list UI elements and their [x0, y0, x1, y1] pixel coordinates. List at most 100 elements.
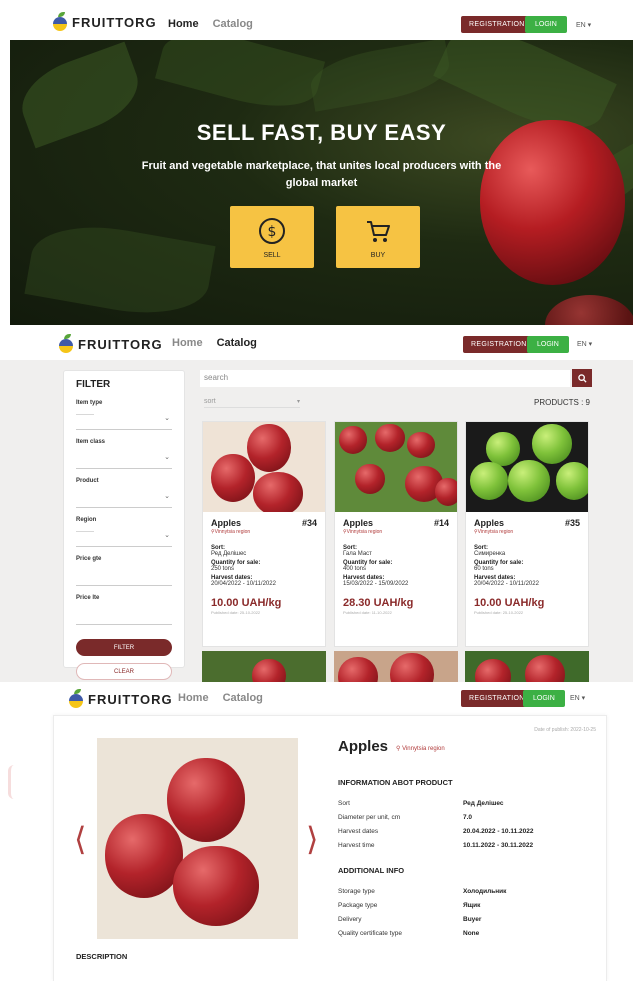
chevron-down-icon: ⌄ [164, 532, 170, 539]
logo-text: FRUITTORG [72, 14, 157, 30]
filter-button[interactable]: FILTER [76, 639, 172, 656]
product-card[interactable]: Apples #14 ⚲Vinnytsia region Sort: Гала М… [334, 421, 458, 647]
info-key: Harvest time [338, 842, 375, 849]
search-icon [577, 373, 587, 383]
product-card-peek[interactable] [334, 651, 458, 682]
product-name: Apples [343, 518, 374, 528]
region-value: --------- [76, 529, 94, 535]
sort-select[interactable]: sort ▾ [204, 398, 300, 408]
prev-image-arrow[interactable]: ⟨ [74, 820, 86, 858]
sort-value: Гала Маст [343, 551, 372, 557]
additional-value: Ящик [463, 902, 481, 909]
login-button[interactable]: LOGIN [523, 690, 565, 707]
registration-button[interactable]: REGISTRATION [463, 336, 535, 353]
main-nav: Home Catalog [172, 337, 257, 349]
logo[interactable]: FRUITTORG [68, 689, 173, 709]
hero-title: SELL FAST, BUY EASY [196, 120, 447, 145]
product-region: Vinnytsia region [346, 529, 383, 535]
sort-value: Ред Делішес [211, 551, 247, 557]
product-photo [97, 738, 298, 939]
search-input[interactable]: search [200, 370, 570, 387]
info-value: 10.11.2022 - 30.11.2022 [463, 842, 534, 849]
product-price: 10.00 UAH/kg [474, 597, 545, 609]
price-gte-input[interactable] [76, 562, 172, 586]
info-value: 7.0 [463, 814, 473, 821]
svg-text:$: $ [268, 224, 277, 240]
nav-home[interactable]: Home [178, 692, 209, 704]
additional-key: Delivery [338, 916, 362, 923]
published-date: Published date: 11-10-2022 [343, 610, 392, 615]
language-select[interactable]: EN ▾ [577, 340, 592, 348]
chevron-down-icon: ▾ [296, 399, 300, 405]
logo-icon [58, 334, 74, 354]
region-select[interactable]: --------- ⌄ [76, 523, 172, 547]
logo[interactable]: FRUITTORG [58, 334, 163, 354]
clear-button[interactable]: CLEAR [76, 663, 172, 680]
description-heading: DESCRIPTION [76, 952, 128, 961]
product-id: #14 [433, 518, 449, 528]
decorative-shape [8, 765, 20, 799]
chevron-down-icon: ⌄ [164, 493, 170, 500]
additional-key: Storage type [338, 888, 375, 895]
product-card[interactable]: Apples #34 ⚲Vinnytsia region Sort: Ред Де… [202, 421, 326, 647]
hero-subtitle: Fruit and vegetable marketplace, that un… [141, 160, 502, 189]
info-heading: INFORMATION ABOT PRODUCT [338, 778, 453, 787]
filter-title: FILTER [76, 379, 111, 390]
language-select[interactable]: EN ▾ [570, 694, 585, 702]
registration-button[interactable]: REGISTRATION [461, 16, 533, 33]
additional-key: Quality certificate type [338, 930, 402, 937]
item-type-select[interactable]: --------- ⌄ [76, 406, 172, 430]
quantity-value: 60 tons [474, 566, 494, 572]
product-region: ⚲ Vinnytsia region [396, 745, 445, 752]
search-button[interactable] [572, 369, 592, 387]
nav-catalog[interactable]: Catalog [223, 692, 263, 704]
harvest-value: 20/04/2022 - 10/11/2022 [474, 581, 539, 587]
logo[interactable]: FRUITTORG [52, 12, 157, 32]
product-price: 10.00 UAH/kg [211, 597, 282, 609]
published-date: Published date: 25-10-2022 [474, 610, 524, 615]
quantity-value: 400 tons [343, 566, 367, 572]
buy-button[interactable]: BUY [336, 206, 420, 268]
additional-key: Package type [338, 902, 378, 909]
nav-home[interactable]: Home [168, 18, 199, 30]
chevron-down-icon: ⌄ [164, 454, 170, 461]
login-button[interactable]: LOGIN [527, 336, 569, 353]
info-key: Sort [338, 800, 350, 807]
info-key: Harvest dates [338, 828, 379, 835]
product-card-peek[interactable] [202, 651, 326, 682]
additional-value: Buyer [463, 916, 482, 923]
info-value: Ред Делішес [463, 800, 504, 807]
nav-home[interactable]: Home [172, 337, 203, 349]
product-name: Apples [474, 518, 505, 528]
sell-button[interactable]: $ SELL [230, 206, 314, 268]
registration-button[interactable]: REGISTRATION [461, 690, 533, 707]
sort-value: Симиренка [474, 551, 506, 557]
location-pin-icon: ⚲ [396, 746, 401, 752]
sell-label: SELL [263, 252, 281, 259]
nav-catalog[interactable]: Catalog [213, 18, 253, 30]
login-button[interactable]: LOGIN [525, 16, 567, 33]
product-image [203, 422, 325, 512]
nav-catalog[interactable]: Catalog [217, 337, 257, 349]
product-id: #35 [564, 518, 580, 528]
harvest-value: 15/03/2022 - 15/09/2022 [343, 581, 409, 587]
publish-date: Date of publish: 2022-10-25 [534, 727, 596, 733]
product-card[interactable]: Apples #35 ⚲Vinnytsia region Sort: Симире… [465, 421, 589, 647]
detail-header: FRUITTORG Home Catalog REGISTRATION LOGI… [0, 682, 633, 715]
product-image [466, 422, 588, 512]
language-select[interactable]: EN ▾ [576, 21, 591, 29]
additional-value: None [463, 930, 480, 937]
product-card-peek[interactable] [465, 651, 589, 682]
item-class-select[interactable]: ⌄ [76, 445, 172, 469]
chevron-down-icon: ⌄ [164, 415, 170, 422]
product-region: Vinnytsia region [214, 529, 251, 535]
sort-value: sort [204, 398, 216, 405]
product-name: Apples [211, 518, 242, 528]
price-lte-input[interactable] [76, 601, 172, 625]
home-header: FRUITTORG Home Catalog REGISTRATION LOGI… [0, 0, 633, 40]
catalog-header: FRUITTORG Home Catalog REGISTRATION LOGI… [0, 325, 633, 360]
product-select[interactable]: ⌄ [76, 484, 172, 508]
next-image-arrow[interactable]: ⟩ [306, 820, 318, 858]
filter-panel: FILTER Item type --------- ⌄ Item class ⌄… [63, 370, 185, 680]
additional-heading: ADDITIONAL INFO [338, 866, 405, 875]
